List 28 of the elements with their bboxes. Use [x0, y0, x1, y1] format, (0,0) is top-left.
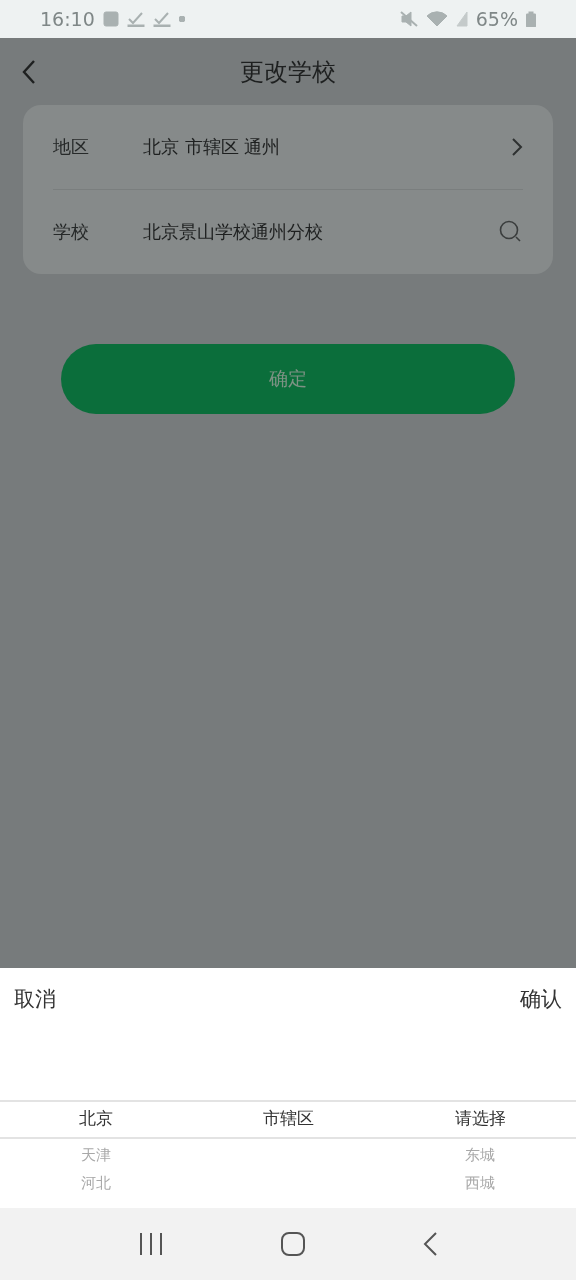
field-label: 学校 [53, 220, 90, 244]
status-time: 16:10 [40, 8, 95, 30]
picker-option[interactable]: 西城 [465, 1169, 495, 1197]
battery-icon [526, 11, 536, 27]
search-icon[interactable] [499, 220, 523, 244]
school-field[interactable]: 北京景山学校通州分校 [143, 220, 499, 244]
cancel-button[interactable]: 取消 [14, 985, 56, 1013]
check-icon [126, 11, 145, 27]
confirm-picker-button[interactable]: 确认 [520, 985, 562, 1013]
region-field[interactable]: 北京 市辖区 通州 [143, 135, 511, 159]
picker-option[interactable]: 东城 [465, 1141, 495, 1169]
signal-icon [455, 11, 468, 27]
battery-level: 65% [475, 8, 518, 30]
recent-apps-icon[interactable] [138, 1232, 164, 1256]
picker-option[interactable]: 天津 [81, 1141, 111, 1169]
mute-icon [399, 11, 418, 27]
field-label: 地区 [53, 135, 90, 159]
picker-option[interactable]: 请选择 [454, 1100, 506, 1137]
picker-option[interactable]: 河北 [81, 1169, 111, 1197]
check-icon [152, 11, 171, 27]
wifi-icon [425, 11, 448, 27]
back-nav-icon[interactable] [422, 1231, 438, 1257]
chevron-right-icon[interactable] [511, 137, 523, 157]
back-icon[interactable] [22, 59, 36, 85]
picker-option[interactable]: 市辖区 [262, 1100, 314, 1137]
home-icon[interactable] [280, 1231, 306, 1257]
page-title: 更改学校 [240, 56, 336, 88]
picker-option[interactable]: 北京 [79, 1100, 113, 1137]
